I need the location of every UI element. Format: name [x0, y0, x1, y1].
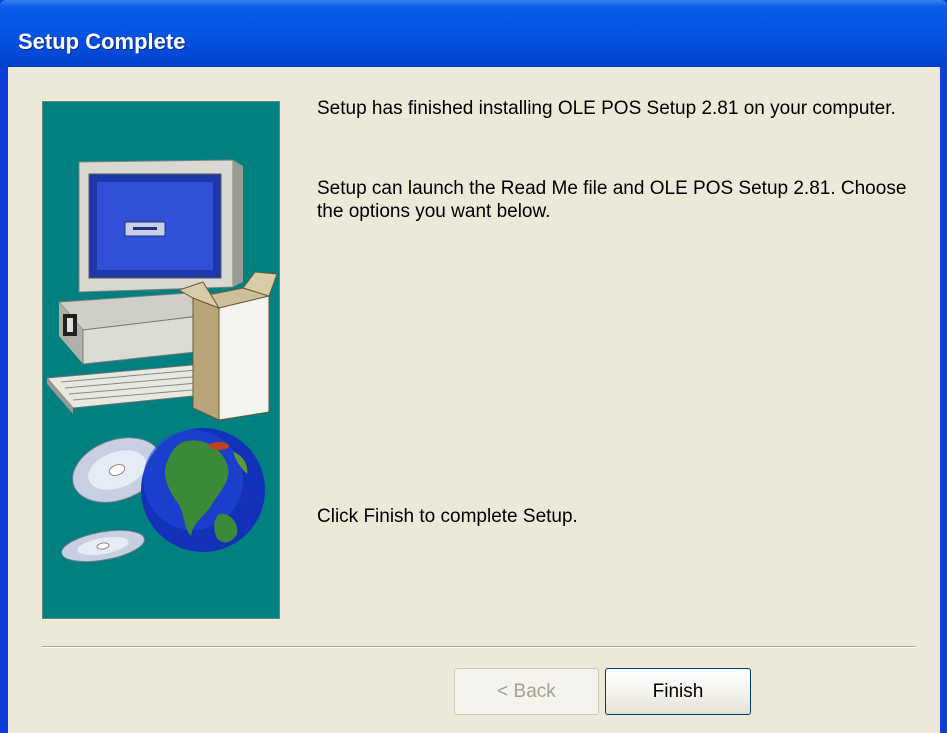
message-options: Setup can launch the Read Me file and OL…: [317, 178, 907, 222]
setup-wizard-window: Setup Complete Setup has finished instal…: [0, 0, 947, 733]
message-click-finish: Click Finish to complete Setup.: [317, 506, 578, 527]
illustration: [45, 159, 278, 563]
finish-button[interactable]: Finish: [605, 668, 751, 715]
button-divider: [42, 646, 916, 648]
title-bar[interactable]: Setup Complete: [0, 0, 947, 67]
back-button[interactable]: < Back: [454, 668, 599, 715]
window-title: Setup Complete: [18, 29, 186, 54]
wizard-client-area: Setup has finished installing OLE POS Se…: [8, 67, 940, 733]
software-box-icon: [177, 271, 278, 421]
globe-icon: [141, 428, 265, 552]
message-finished: Setup has finished installing OLE POS Se…: [317, 98, 896, 119]
side-illustration-panel: [42, 101, 280, 619]
